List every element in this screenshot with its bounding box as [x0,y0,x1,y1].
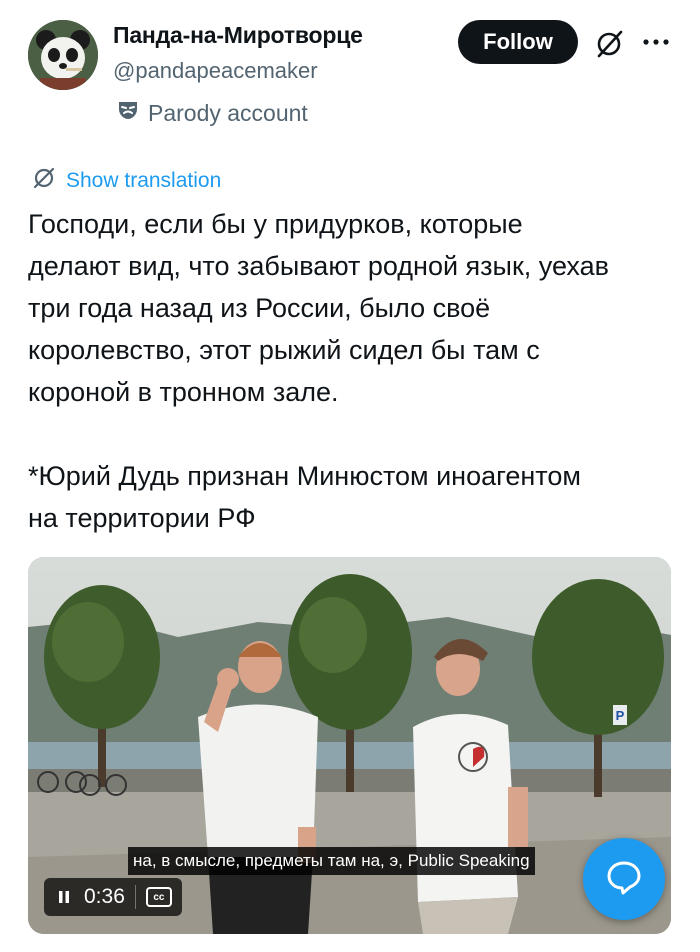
mask-icon [116,99,140,127]
parking-sign: P [616,708,625,723]
video-time: 0:36 [84,885,125,908]
tweet-header: Панда-на-Миротворце @pandapeacemaker Par… [0,0,700,150]
show-translation-link[interactable]: Show translation [32,166,221,196]
grok-icon[interactable] [592,27,626,61]
controls-divider [134,885,136,909]
parody-label: Parody account [116,99,308,127]
display-name[interactable]: Панда-на-Миротворце [113,22,363,49]
follow-button[interactable]: Follow [458,20,578,64]
tweet-text: Господи, если бы у придурков, которые де… [28,209,609,533]
video-player[interactable]: P на, в смысле, предметы там на, э, Publ… [28,557,671,934]
video-controls: 0:36 cc [44,878,182,916]
video-subtitle: на, в смысле, предметы там на, э, Public… [128,847,535,875]
pause-icon[interactable] [54,887,74,907]
chat-bubble-icon [604,857,644,902]
grok-translate-icon [32,166,56,196]
parody-text: Parody account [148,99,308,126]
avatar[interactable] [28,20,98,90]
captions-button[interactable]: cc [145,887,172,907]
compose-fab[interactable] [583,838,665,920]
user-handle[interactable]: @pandapeacemaker [113,58,318,84]
show-translation-label: Show translation [66,169,222,192]
more-dots-icon[interactable] [638,26,674,58]
